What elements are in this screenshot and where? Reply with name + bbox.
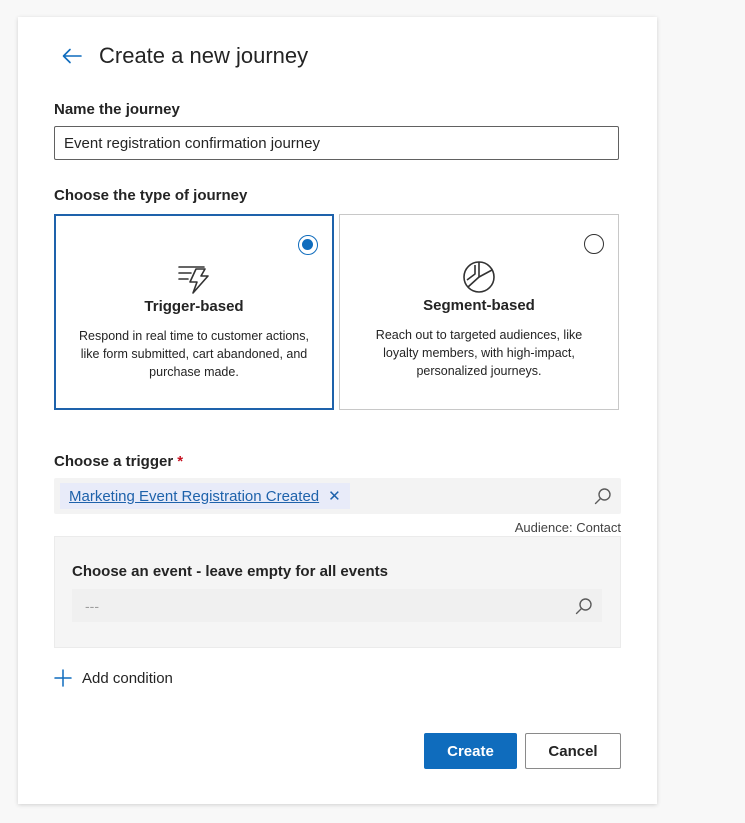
segment-based-description: Reach out to targeted audiences, like lo… — [375, 328, 583, 378]
arrow-left-icon — [62, 48, 82, 64]
event-placeholder: --- — [85, 597, 99, 614]
create-journey-panel: Create a new journey Name the journey Ch… — [18, 17, 657, 804]
pie-chart-icon — [463, 261, 495, 293]
event-search-icon[interactable] — [575, 597, 593, 615]
trigger-label: Choose a trigger * — [54, 453, 184, 470]
add-condition-button[interactable]: Add condition — [54, 669, 173, 687]
trigger-based-radio[interactable] — [298, 235, 318, 255]
cancel-button[interactable]: Cancel — [525, 733, 621, 769]
trigger-based-card[interactable]: Trigger-based Respond in real time to cu… — [54, 214, 334, 410]
name-label: Name the journey — [54, 101, 180, 118]
create-button[interactable]: Create — [424, 733, 517, 769]
trigger-based-description: Respond in real time to customer actions… — [79, 329, 309, 379]
add-condition-label: Add condition — [82, 669, 173, 687]
trigger-lookup[interactable]: Marketing Event Registration Created ✕ — [54, 478, 621, 514]
journey-name-input[interactable] — [54, 126, 619, 160]
required-mark: * — [177, 453, 184, 470]
segment-based-title: Segment-based — [423, 297, 535, 314]
trigger-tag-link[interactable]: Marketing Event Registration Created — [69, 488, 319, 505]
segment-based-radio[interactable] — [584, 234, 604, 254]
page-title: Create a new journey — [99, 43, 309, 68]
journey-type-label: Choose the type of journey — [54, 187, 248, 204]
trigger-tag: Marketing Event Registration Created ✕ — [60, 483, 350, 509]
event-lookup[interactable]: --- — [72, 589, 602, 622]
audience-text: Audience: Contact — [514, 520, 621, 535]
back-button[interactable] — [60, 44, 84, 68]
trigger-based-title: Trigger-based — [144, 298, 244, 315]
search-icon[interactable] — [594, 487, 612, 505]
header: Create a new journey — [60, 43, 308, 69]
segment-based-card[interactable]: Segment-based Reach out to targeted audi… — [339, 214, 619, 410]
event-section: Choose an event - leave empty for all ev… — [54, 536, 621, 648]
plus-icon — [54, 669, 72, 687]
trigger-lightning-icon — [178, 266, 209, 294]
event-label: Choose an event - leave empty for all ev… — [72, 563, 388, 580]
remove-tag-icon[interactable]: ✕ — [328, 487, 341, 505]
